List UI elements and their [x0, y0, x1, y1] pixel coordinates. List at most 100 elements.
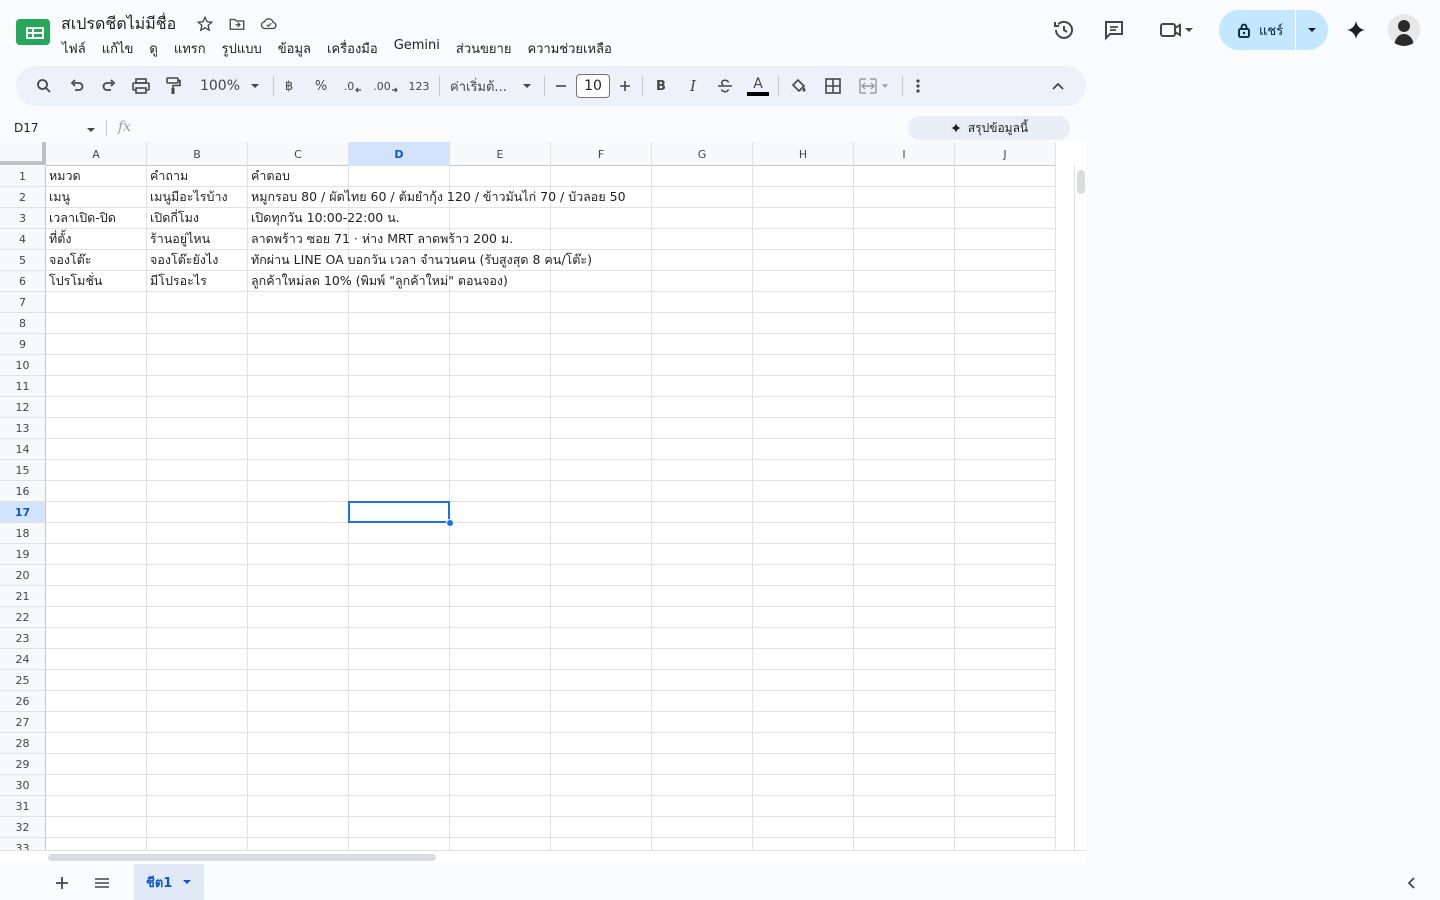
cell[interactable]: [450, 544, 551, 565]
cell[interactable]: [753, 775, 854, 796]
cell[interactable]: [46, 481, 147, 502]
cell[interactable]: [46, 460, 147, 481]
column-header[interactable]: F: [551, 142, 652, 166]
cell[interactable]: [349, 313, 450, 334]
cell[interactable]: [652, 439, 753, 460]
cell[interactable]: [955, 565, 1056, 586]
cell[interactable]: [450, 460, 551, 481]
cell[interactable]: [955, 460, 1056, 481]
cell[interactable]: [652, 544, 753, 565]
cell[interactable]: [349, 397, 450, 418]
cell[interactable]: [147, 292, 248, 313]
cell[interactable]: [46, 355, 147, 376]
cell[interactable]: [551, 271, 652, 292]
expand-side-panel-icon[interactable]: [1400, 872, 1424, 894]
menu-insert[interactable]: แทรก: [166, 36, 214, 61]
row-header[interactable]: 6: [0, 271, 46, 292]
cell[interactable]: [147, 817, 248, 838]
cell[interactable]: [46, 502, 147, 523]
cell[interactable]: [551, 481, 652, 502]
cell[interactable]: [551, 670, 652, 691]
cell[interactable]: [248, 313, 349, 334]
cell[interactable]: [753, 355, 854, 376]
cell[interactable]: [450, 334, 551, 355]
cell[interactable]: [753, 523, 854, 544]
cell[interactable]: [46, 544, 147, 565]
cell[interactable]: [854, 418, 955, 439]
cell[interactable]: [450, 775, 551, 796]
cell[interactable]: [450, 691, 551, 712]
cell[interactable]: [450, 397, 551, 418]
cell[interactable]: [652, 838, 753, 850]
cell[interactable]: [551, 628, 652, 649]
row-header[interactable]: 29: [0, 754, 46, 775]
cell[interactable]: [551, 838, 652, 850]
redo-icon[interactable]: [97, 74, 121, 98]
cell[interactable]: [450, 418, 551, 439]
column-header[interactable]: G: [652, 142, 753, 166]
cell[interactable]: [248, 334, 349, 355]
cell[interactable]: [248, 292, 349, 313]
cell[interactable]: [753, 586, 854, 607]
cell[interactable]: [753, 838, 854, 850]
cell[interactable]: [955, 838, 1056, 850]
cell[interactable]: [652, 565, 753, 586]
cell[interactable]: [248, 355, 349, 376]
cell[interactable]: [955, 418, 1056, 439]
cell[interactable]: [753, 796, 854, 817]
cell[interactable]: [349, 817, 450, 838]
cell[interactable]: [248, 502, 349, 523]
cell[interactable]: [854, 292, 955, 313]
cell[interactable]: [248, 775, 349, 796]
cell[interactable]: [349, 292, 450, 313]
column-header[interactable]: E: [450, 142, 551, 166]
horizontal-scrollbar[interactable]: [0, 850, 1086, 863]
cell[interactable]: [854, 502, 955, 523]
row-header[interactable]: 25: [0, 670, 46, 691]
cell-area[interactable]: หมวด คำถาม คำตอบ เมนู เมนูมีอะไรบ้าง หมูกรอบ …: [46, 166, 1056, 850]
cell[interactable]: [753, 733, 854, 754]
cell[interactable]: [248, 544, 349, 565]
cell[interactable]: [147, 523, 248, 544]
cell[interactable]: [551, 397, 652, 418]
cell[interactable]: [349, 754, 450, 775]
cell[interactable]: ลูกค้าใหม่ลด 10% (พิมพ์ "ลูกค้าใหม่" ตอน…: [248, 271, 508, 292]
cell[interactable]: [652, 208, 753, 229]
cell[interactable]: [551, 460, 652, 481]
column-header[interactable]: J: [955, 142, 1056, 166]
cell[interactable]: [349, 628, 450, 649]
cell[interactable]: [248, 838, 349, 850]
cell[interactable]: [955, 376, 1056, 397]
cell[interactable]: [753, 502, 854, 523]
cell[interactable]: [450, 376, 551, 397]
cell[interactable]: เปิดทุกวัน 10:00-22:00 น.: [248, 208, 400, 229]
cell[interactable]: [147, 733, 248, 754]
cell[interactable]: [349, 355, 450, 376]
undo-icon[interactable]: [65, 74, 89, 98]
cell[interactable]: [147, 712, 248, 733]
row-header[interactable]: 32: [0, 817, 46, 838]
cell[interactable]: [46, 607, 147, 628]
cell[interactable]: [551, 586, 652, 607]
cell[interactable]: [147, 502, 248, 523]
cell[interactable]: โปรโมชั่น: [46, 271, 147, 292]
cell[interactable]: [955, 754, 1056, 775]
row-header[interactable]: 13: [0, 418, 46, 439]
cell[interactable]: [551, 208, 652, 229]
cell[interactable]: [854, 586, 955, 607]
cell[interactable]: [753, 754, 854, 775]
cell[interactable]: [652, 229, 753, 250]
paint-format-icon[interactable]: [161, 74, 185, 98]
version-history-icon[interactable]: [1048, 14, 1080, 46]
cell[interactable]: [46, 754, 147, 775]
cell[interactable]: [450, 607, 551, 628]
gemini-sparkle-icon[interactable]: [1340, 14, 1372, 46]
cell[interactable]: [652, 523, 753, 544]
cell[interactable]: [248, 439, 349, 460]
cell[interactable]: [955, 733, 1056, 754]
cell[interactable]: [955, 817, 1056, 838]
cell[interactable]: [753, 166, 854, 187]
more-options-icon[interactable]: [906, 74, 930, 98]
cell[interactable]: [753, 712, 854, 733]
text-color-button[interactable]: A: [746, 74, 770, 98]
